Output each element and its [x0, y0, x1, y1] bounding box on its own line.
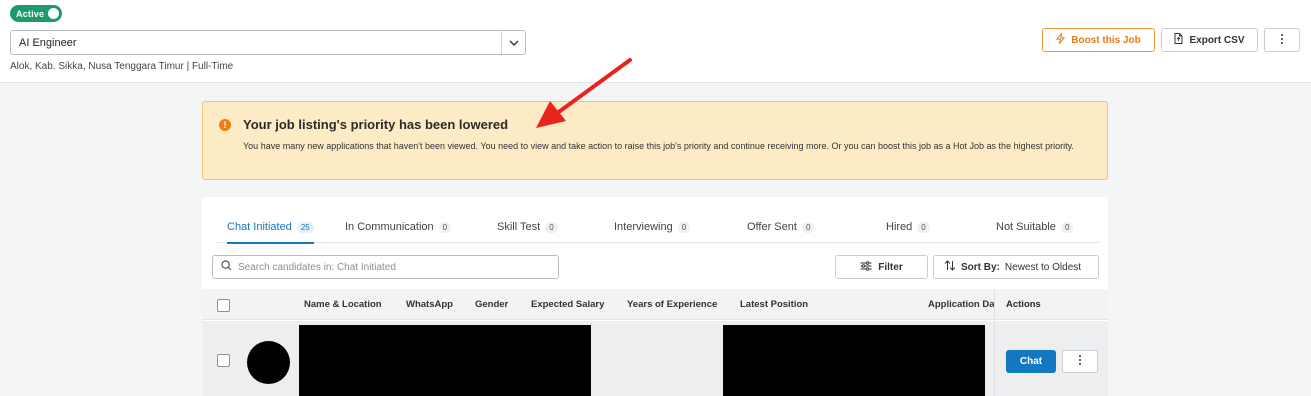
- file-export-icon: [1174, 33, 1183, 47]
- lightning-icon: [1056, 31, 1066, 47]
- column-header[interactable]: Latest Position: [740, 289, 808, 320]
- column-header[interactable]: Gender: [475, 289, 508, 320]
- more-options-button[interactable]: [1264, 28, 1300, 52]
- search-icon: [221, 258, 232, 276]
- tab-count: 0: [917, 221, 930, 233]
- tab-label: Not Suitable: [996, 221, 1056, 233]
- sort-arrows-icon: [944, 260, 956, 274]
- sort-value: Newest to Oldest: [1004, 261, 1082, 273]
- table-row[interactable]: [202, 321, 1108, 396]
- alert-body: You have many new applications that have…: [243, 141, 1074, 151]
- select-all-checkbox[interactable]: [217, 299, 230, 312]
- candidate-search[interactable]: [212, 255, 559, 279]
- export-csv-label: Export CSV: [1189, 34, 1245, 46]
- column-header: Actions: [995, 289, 1108, 320]
- boost-job-button[interactable]: Boost this Job: [1042, 28, 1155, 52]
- tab-chat-initiated[interactable]: Chat Initiated 25: [227, 211, 314, 244]
- candidates-panel: Chat Initiated 25 In Communication 0 Ski…: [202, 197, 1108, 396]
- tab-hired[interactable]: Hired 0: [886, 211, 930, 243]
- filter-sliders-icon: [860, 260, 872, 274]
- column-header[interactable]: Years of Experience: [627, 289, 717, 320]
- column-header[interactable]: Name & Location: [304, 289, 382, 320]
- row-more-options-button[interactable]: [1062, 350, 1098, 373]
- boost-job-label: Boost this Job: [1071, 34, 1141, 46]
- job-header: Active AI Engineer Alok, Kab. Sikka, Nus…: [0, 0, 1311, 83]
- tab-in-communication[interactable]: In Communication 0: [345, 211, 452, 243]
- tab-count: 0: [545, 221, 558, 233]
- alert-title: Your job listing's priority has been low…: [243, 117, 509, 132]
- tab-count: 0: [801, 221, 815, 233]
- more-vertical-icon: [1280, 33, 1284, 48]
- tab-label: Hired: [886, 221, 913, 233]
- redacted-position-info: [723, 325, 985, 396]
- tab-offer-sent[interactable]: Offer Sent 0: [747, 211, 815, 243]
- column-header[interactable]: Application Da: [928, 289, 994, 320]
- tab-label: Chat Initiated: [227, 221, 292, 233]
- toggle-knob: [48, 8, 59, 19]
- chat-button[interactable]: Chat: [1006, 350, 1056, 373]
- stage-tabs: Chat Initiated 25 In Communication 0 Ski…: [217, 211, 1099, 244]
- sort-button[interactable]: Sort By: Newest to Oldest: [933, 255, 1099, 279]
- tab-label: Interviewing: [614, 221, 673, 233]
- priority-warning-alert: ! Your job listing's priority has been l…: [202, 101, 1108, 180]
- tab-not-suitable[interactable]: Not Suitable 0: [996, 211, 1074, 243]
- tab-label: Offer Sent: [747, 221, 797, 233]
- column-header[interactable]: Expected Salary: [531, 289, 604, 320]
- tab-count: 0: [677, 221, 691, 233]
- job-selector[interactable]: AI Engineer: [10, 30, 526, 55]
- avatar: [247, 341, 290, 384]
- active-status-toggle[interactable]: Active: [10, 5, 62, 22]
- tab-count: 0: [438, 221, 452, 233]
- job-title: AI Engineer: [19, 36, 77, 49]
- tab-count: 25: [296, 221, 314, 233]
- filter-label: Filter: [878, 261, 903, 273]
- export-csv-button[interactable]: Export CSV: [1161, 28, 1258, 52]
- tab-count: 0: [1060, 221, 1074, 233]
- job-meta: Alok, Kab. Sikka, Nusa Tenggara Timur | …: [10, 61, 234, 72]
- status-label: Active: [16, 8, 45, 19]
- filter-button[interactable]: Filter: [835, 255, 928, 279]
- tab-interviewing[interactable]: Interviewing 0: [614, 211, 691, 243]
- sort-prefix: Sort By:: [961, 261, 1000, 273]
- redacted-candidate-info: [299, 325, 591, 396]
- warning-icon: !: [219, 119, 231, 131]
- chevron-down-icon[interactable]: [501, 31, 525, 54]
- table-header: Name & Location WhatsApp Gender Expected…: [202, 289, 1108, 320]
- more-vertical-icon: [1078, 354, 1082, 369]
- tab-label: In Communication: [345, 221, 434, 233]
- column-header[interactable]: WhatsApp: [406, 289, 453, 320]
- tab-label: Skill Test: [497, 221, 541, 233]
- tab-skill-test[interactable]: Skill Test 0: [497, 211, 558, 243]
- search-input[interactable]: [238, 261, 558, 273]
- row-checkbox[interactable]: [217, 354, 230, 367]
- actions-column: Actions: [994, 289, 1108, 396]
